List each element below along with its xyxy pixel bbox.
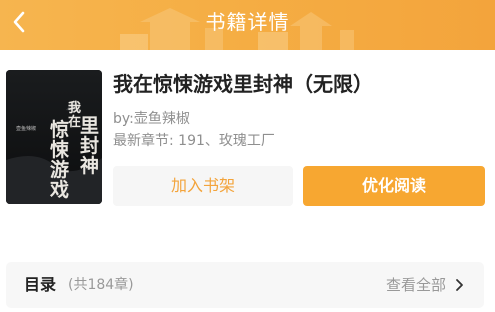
toc-row[interactable]: 目录 (共184章) 查看全部	[6, 262, 484, 308]
toc-chapter-count: (共184章)	[68, 277, 134, 293]
svg-text:我: 我	[68, 100, 81, 116]
svg-text:壶鱼辣椒: 壶鱼辣椒	[16, 125, 36, 132]
book-detail-page: 书籍详情 我 在 里 封 神 惊 悚 游 戏 壶鱼辣椒 我在惊悚游戏里封神（无限…	[0, 0, 495, 312]
toc-label: 目录	[24, 275, 57, 294]
page-title: 书籍详情	[205, 10, 290, 34]
svg-text:惊: 惊	[50, 118, 69, 141]
add-to-shelf-button[interactable]: 加入书架	[113, 166, 293, 206]
svg-text:戏: 戏	[49, 179, 69, 201]
book-author[interactable]: by:壶鱼辣椒	[113, 108, 190, 128]
svg-text:里: 里	[80, 115, 99, 137]
svg-text:封: 封	[80, 134, 99, 157]
optimized-read-button[interactable]: 优化阅读	[303, 166, 485, 206]
svg-text:游: 游	[50, 158, 69, 181]
book-cover[interactable]: 我 在 里 封 神 惊 悚 游 戏 壶鱼辣椒	[6, 70, 102, 204]
svg-text:悚: 悚	[50, 138, 70, 161]
book-cover-image: 我 在 里 封 神 惊 悚 游 戏 壶鱼辣椒	[6, 70, 102, 204]
book-title: 我在惊悚游戏里封神（无限）	[113, 72, 373, 96]
svg-text:神: 神	[80, 154, 99, 177]
header-bar: 书籍详情	[0, 0, 495, 50]
view-all-link[interactable]: 查看全部	[386, 262, 446, 308]
latest-chapter[interactable]: 最新章节: 191、玫瑰工厂	[113, 130, 275, 150]
chevron-right-icon	[456, 279, 463, 291]
